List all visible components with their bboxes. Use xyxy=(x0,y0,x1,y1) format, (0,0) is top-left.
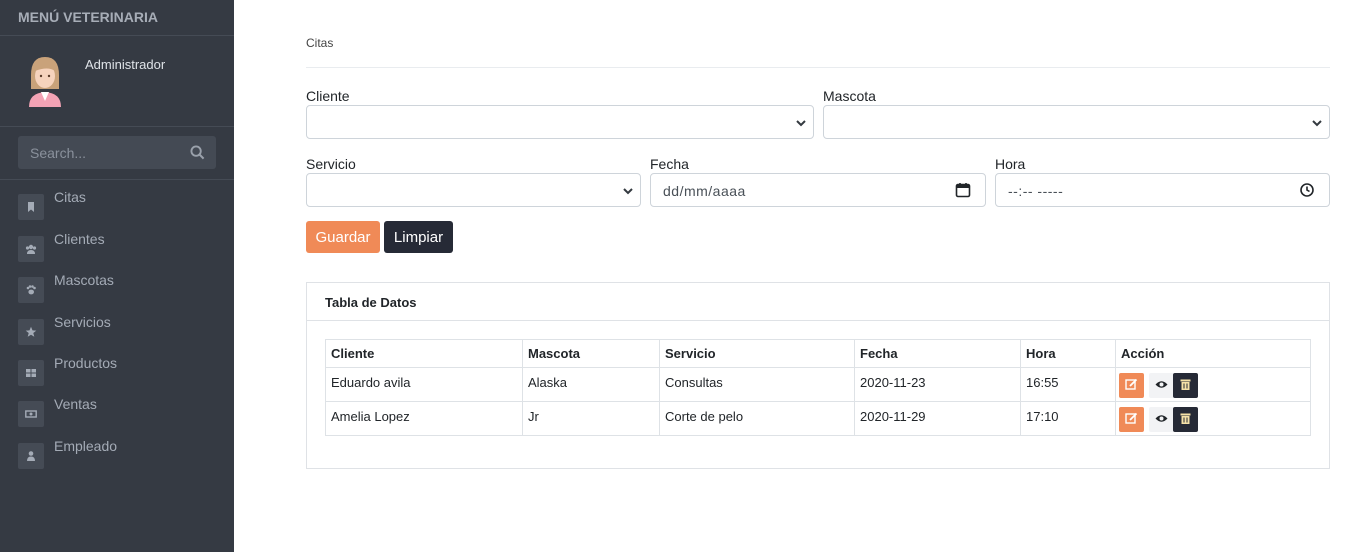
column-header: Mascota xyxy=(522,339,660,368)
sidebar-item-label: Servicios xyxy=(54,314,111,330)
sidebar-item-productos[interactable]: Productos xyxy=(0,352,234,392)
cliente-label: Cliente xyxy=(306,88,350,104)
user-name: Administrador xyxy=(85,57,166,72)
sidebar-title: MENÚ VETERINARIA xyxy=(0,0,234,36)
grid-icon xyxy=(18,360,44,386)
cell-mascota: Jr xyxy=(522,401,660,436)
hora-label: Hora xyxy=(995,156,1026,172)
table-row: Eduardo avila Alaska Consultas 2020-11-2… xyxy=(325,367,1311,402)
bookmark-icon xyxy=(18,194,44,220)
delete-button[interactable] xyxy=(1173,373,1198,398)
sidebar-item-label: Empleado xyxy=(54,438,118,454)
cell-hora: 17:10 xyxy=(1020,401,1116,436)
paw-icon xyxy=(18,277,44,303)
view-button[interactable] xyxy=(1149,373,1174,398)
data-table-card: Tabla de Datos Cliente Mascota Servicio … xyxy=(306,282,1330,469)
row-actions xyxy=(1119,373,1305,401)
sidebar-item-label: Ventas xyxy=(54,396,97,412)
column-header: Servicio xyxy=(659,339,855,368)
users-icon xyxy=(18,236,44,262)
edit-icon xyxy=(1125,412,1138,424)
sidebar-item-ventas[interactable]: Ventas xyxy=(0,393,234,433)
chevron-down-icon xyxy=(796,120,806,127)
column-header: Fecha xyxy=(854,339,1021,368)
search-box xyxy=(18,136,216,169)
sidebar-item-clientes[interactable]: Clientes xyxy=(0,228,234,268)
edit-button[interactable] xyxy=(1119,407,1144,432)
cell-actions xyxy=(1115,367,1311,402)
cell-fecha: 2020-11-23 xyxy=(854,367,1021,402)
table-header-row: Cliente Mascota Servicio Fecha Hora Acci… xyxy=(325,339,1311,368)
guardar-button[interactable]: Guardar xyxy=(306,221,380,253)
cell-cliente: Eduardo avila xyxy=(325,367,523,402)
user-panel: Administrador xyxy=(0,36,234,127)
table-row: Amelia Lopez Jr Corte de pelo 2020-11-29… xyxy=(325,401,1311,436)
table-title: Tabla de Datos xyxy=(307,283,1329,321)
sidebar: MENÚ VETERINARIA Administrador Citas xyxy=(0,0,234,552)
cell-cliente: Amelia Lopez xyxy=(325,401,523,436)
cell-fecha: 2020-11-29 xyxy=(854,401,1021,436)
clock-icon[interactable] xyxy=(1299,182,1315,198)
user-icon xyxy=(18,443,44,469)
column-header: Cliente xyxy=(325,339,523,368)
sidebar-item-label: Productos xyxy=(54,355,118,371)
cell-servicio: Corte de pelo xyxy=(659,401,855,436)
fecha-input[interactable]: dd/mm/aaaa xyxy=(650,173,986,207)
cell-hora: 16:55 xyxy=(1020,367,1116,402)
column-header: Acción xyxy=(1115,339,1311,368)
servicio-label: Servicio xyxy=(306,156,356,172)
sidebar-item-label: Clientes xyxy=(54,231,105,247)
calendar-icon[interactable] xyxy=(955,182,971,198)
hora-input[interactable]: --:-- ----- xyxy=(995,173,1330,207)
appointments-table: Cliente Mascota Servicio Fecha Hora Acci… xyxy=(325,339,1311,436)
sidebar-item-mascotas[interactable]: Mascotas xyxy=(0,269,234,309)
mascota-select[interactable] xyxy=(823,105,1330,139)
hora-placeholder: --:-- ----- xyxy=(1008,183,1064,199)
cliente-select[interactable] xyxy=(306,105,814,139)
eye-icon xyxy=(1155,381,1168,388)
sidebar-item-label: Citas xyxy=(54,189,86,205)
search-input[interactable] xyxy=(18,136,183,169)
sidebar-item-empleado[interactable]: Empleado xyxy=(0,435,234,475)
fecha-placeholder: dd/mm/aaaa xyxy=(663,183,746,199)
delete-button[interactable] xyxy=(1173,407,1198,432)
money-icon xyxy=(18,401,44,427)
breadcrumb: Citas xyxy=(306,36,334,50)
star-icon xyxy=(18,319,44,345)
cell-actions xyxy=(1115,401,1311,436)
chevron-down-icon xyxy=(1312,120,1322,127)
sidebar-item-label: Mascotas xyxy=(54,272,114,288)
divider xyxy=(306,67,1330,68)
chevron-down-icon xyxy=(623,188,633,195)
fecha-label: Fecha xyxy=(650,156,689,172)
servicio-select[interactable] xyxy=(306,173,641,207)
trash-icon xyxy=(1180,379,1191,390)
search-icon[interactable] xyxy=(190,145,205,160)
view-button[interactable] xyxy=(1149,407,1174,432)
mascota-label: Mascota xyxy=(823,88,876,104)
column-header: Hora xyxy=(1020,339,1116,368)
cell-servicio: Consultas xyxy=(659,367,855,402)
sidebar-item-citas[interactable]: Citas xyxy=(0,186,234,226)
cell-mascota: Alaska xyxy=(522,367,660,402)
search-area xyxy=(0,127,234,180)
row-actions xyxy=(1119,407,1305,435)
avatar xyxy=(29,57,61,107)
edit-icon xyxy=(1125,378,1138,390)
eye-icon xyxy=(1155,415,1168,422)
limpiar-button[interactable]: Limpiar xyxy=(384,221,453,253)
sidebar-item-servicios[interactable]: Servicios xyxy=(0,311,234,351)
trash-icon xyxy=(1180,413,1191,424)
edit-button[interactable] xyxy=(1119,373,1144,398)
